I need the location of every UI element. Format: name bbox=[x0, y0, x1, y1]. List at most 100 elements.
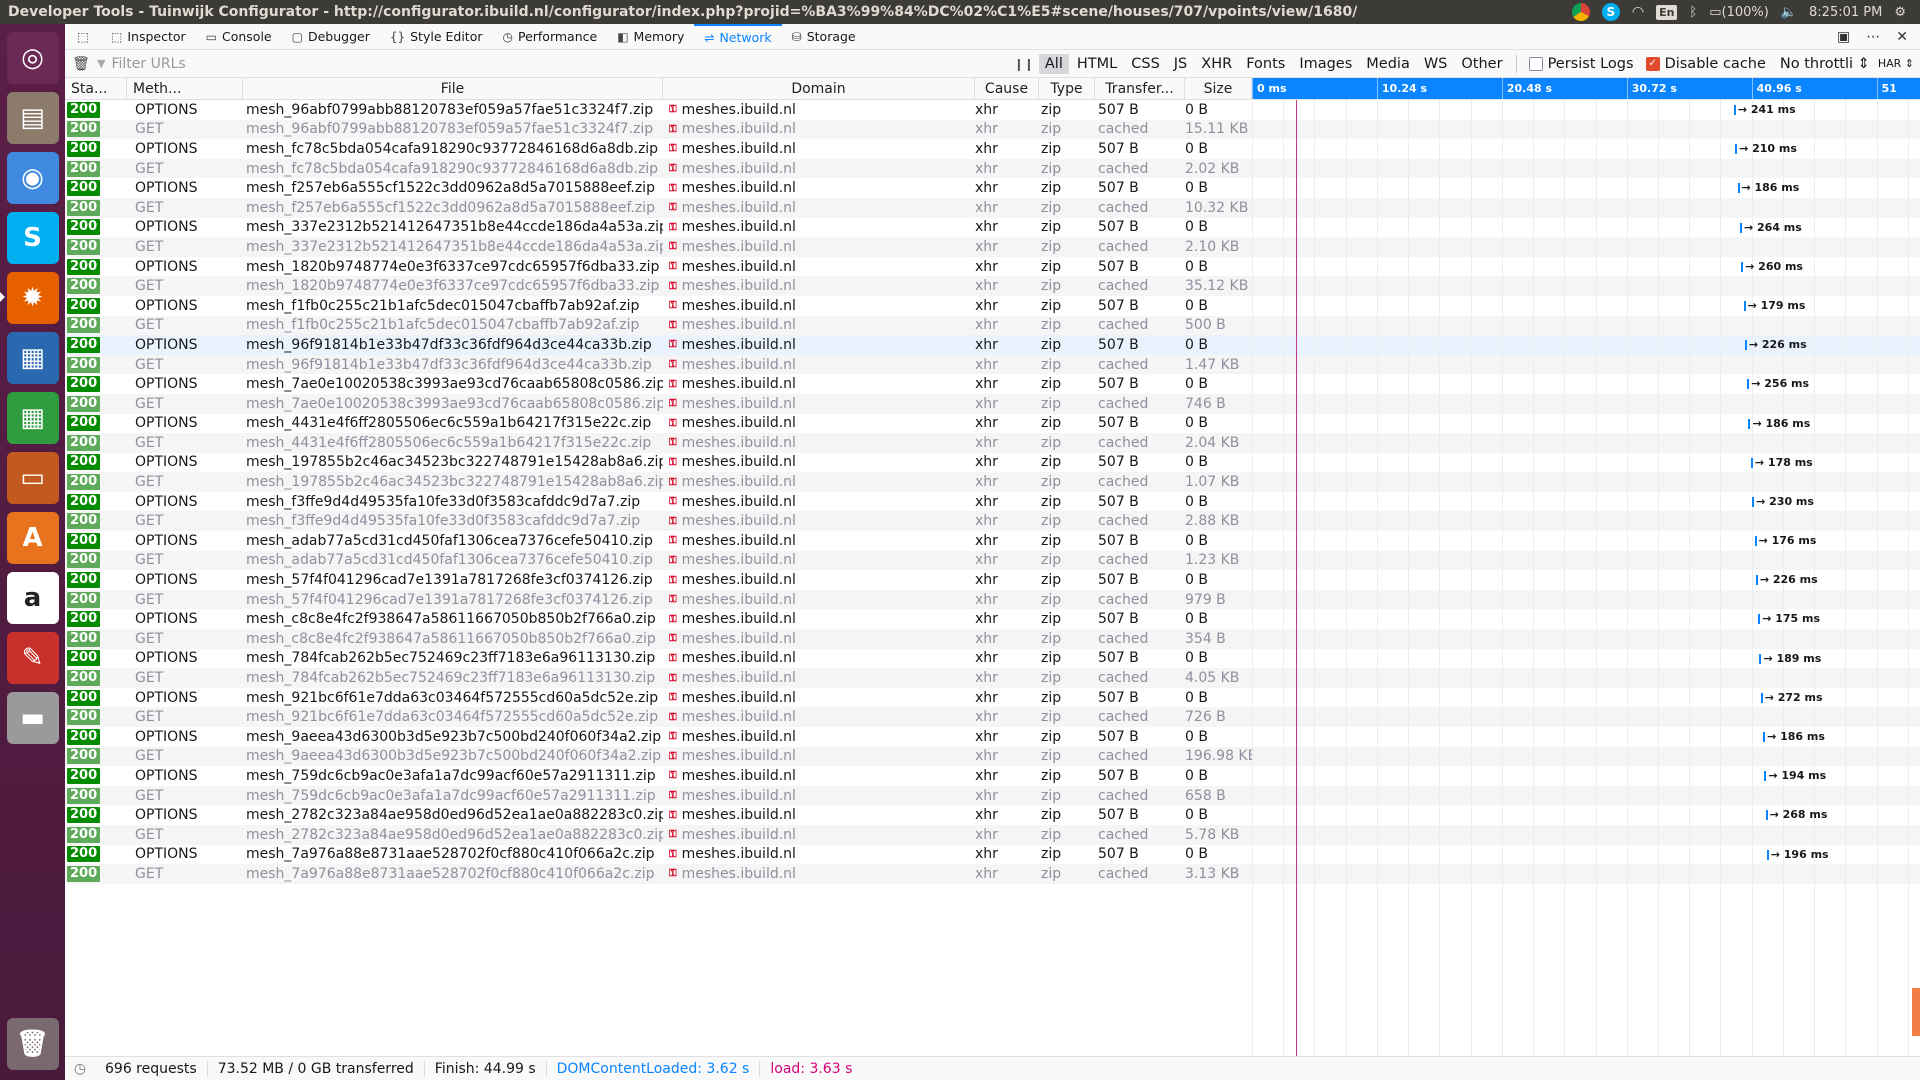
request-row[interactable]: 200 OPTIONS mesh_f257eb6a555cf1522c3dd0962… bbox=[65, 178, 1920, 198]
request-row[interactable]: 200 GET mesh_96abf0799abb88120783ef059a57f… bbox=[65, 119, 1920, 140]
request-row[interactable]: 200 GET mesh_f3ffe9d4d49535fa10fe33d0f3583… bbox=[65, 511, 1920, 532]
writer-icon[interactable]: ▦ bbox=[6, 332, 59, 384]
request-row[interactable]: 200 GET mesh_9aeea43d6300b3d5e923b7c500bd2… bbox=[65, 746, 1920, 767]
column-header-waterfall[interactable]: 0 ms 10.24 s 20.48 s 30.72 s 40.96 s 51 bbox=[1252, 78, 1920, 100]
trash-icon[interactable]: 🗑 bbox=[6, 1018, 59, 1070]
request-row[interactable]: 200 GET mesh_4431e4f6ff2805506ec6c559a1b64… bbox=[65, 433, 1920, 453]
clear-requests-icon[interactable]: 🗑 bbox=[65, 56, 97, 72]
request-row[interactable]: 200 GET mesh_784fcab262b5ec752469c23ff7183… bbox=[65, 668, 1920, 688]
skype-tray-icon[interactable]: S bbox=[1601, 3, 1620, 21]
filter-xhr[interactable]: XHR bbox=[1195, 54, 1238, 74]
amazon-icon[interactable]: a bbox=[6, 572, 59, 624]
column-header-domain[interactable]: Domain bbox=[663, 78, 975, 99]
tab-style-editor[interactable]: {} Style Editor bbox=[380, 24, 493, 50]
tab-debugger[interactable]: ▢ Debugger bbox=[282, 24, 380, 50]
battery-indicator[interactable]: ▭(100%) bbox=[1709, 5, 1769, 20]
request-row[interactable]: 200 GET mesh_759dc6cb9ac0e3afa1a7dc99acf60… bbox=[65, 785, 1920, 806]
impress-icon[interactable]: ▭ bbox=[6, 452, 59, 504]
system-settings-icon[interactable]: ✎ bbox=[6, 632, 59, 684]
request-row[interactable]: 200 OPTIONS mesh_f1fb0c255c21b1afc5dec0150… bbox=[65, 296, 1920, 316]
power-gear-icon[interactable]: ⚙ bbox=[1894, 5, 1906, 20]
request-row[interactable]: 200 GET mesh_2782c323a84ae958d0ed96d52ea1a… bbox=[65, 824, 1920, 845]
request-row[interactable]: 200 GET mesh_1820b9748774e0e3f6337ce97cdc6… bbox=[65, 276, 1920, 296]
request-row[interactable]: 200 GET mesh_fc78c5bda054cafa918290c937728… bbox=[65, 158, 1920, 179]
request-row[interactable]: 200 OPTIONS mesh_7ae0e10020538c3993ae93cd7… bbox=[65, 374, 1920, 394]
request-row[interactable]: 200 OPTIONS mesh_f3ffe9d4d49535fa10fe33d0f… bbox=[65, 492, 1920, 512]
request-row[interactable]: 200 GET mesh_7ae0e10020538c3993ae93cd76caa… bbox=[65, 393, 1920, 414]
column-header-status[interactable]: Sta... bbox=[65, 78, 127, 99]
files-icon[interactable]: ▤ bbox=[6, 92, 59, 144]
skype-icon[interactable]: S bbox=[6, 212, 59, 264]
ubuntu-dash-icon[interactable]: ◎ bbox=[6, 32, 59, 84]
request-row[interactable]: 200 GET mesh_f1fb0c255c21b1afc5dec015047cb… bbox=[65, 315, 1920, 336]
tab-console[interactable]: ▭ Console bbox=[196, 24, 282, 50]
filter-images[interactable]: Images bbox=[1293, 54, 1358, 74]
column-header-transferred[interactable]: Transfer... bbox=[1095, 78, 1185, 99]
scrollbar-thumb[interactable] bbox=[1912, 988, 1920, 1036]
pause-button[interactable]: ❙❙ bbox=[1010, 57, 1038, 71]
tab-storage[interactable]: ⛁ Storage bbox=[782, 24, 866, 50]
request-row[interactable]: 200 OPTIONS mesh_fc78c5bda054cafa918290c93… bbox=[65, 139, 1920, 159]
request-row[interactable]: 200 GET mesh_f257eb6a555cf1522c3dd0962a8d5… bbox=[65, 197, 1920, 218]
tab-network[interactable]: ⇌ Network bbox=[694, 23, 782, 50]
volume-icon[interactable]: 🔈 bbox=[1781, 5, 1797, 20]
filter-js[interactable]: JS bbox=[1168, 54, 1193, 74]
filter-css[interactable]: CSS bbox=[1125, 54, 1166, 74]
column-header-size[interactable]: Size bbox=[1185, 78, 1252, 99]
tab-performance[interactable]: ◷ Performance bbox=[493, 24, 608, 50]
column-header-cause[interactable]: Cause bbox=[975, 78, 1039, 99]
filter-urls-input[interactable] bbox=[105, 55, 206, 72]
request-row[interactable]: 200 GET mesh_96f91814b1e33b47df33c36fdf964… bbox=[65, 354, 1920, 375]
request-row[interactable]: 200 OPTIONS mesh_784fcab262b5ec752469c23ff… bbox=[65, 649, 1920, 669]
disable-cache-checkbox[interactable]: ✓ bbox=[1645, 56, 1660, 71]
request-row[interactable]: 200 OPTIONS mesh_4431e4f6ff2805506ec6c559a… bbox=[65, 414, 1920, 434]
wifi-icon[interactable]: ◠ bbox=[1632, 4, 1644, 20]
column-header-type[interactable]: Type bbox=[1039, 78, 1095, 99]
request-row[interactable]: 200 OPTIONS mesh_337e2312b521412647351b8e4… bbox=[65, 218, 1920, 238]
request-row[interactable]: 200 OPTIONS mesh_adab77a5cd31cd450faf1306c… bbox=[65, 531, 1920, 551]
column-header-method[interactable]: Meth... bbox=[127, 78, 243, 99]
persist-logs-toggle[interactable]: Persist Logs bbox=[1528, 56, 1634, 72]
request-row[interactable]: 200 OPTIONS mesh_7a976a88e8731aae528702f0c… bbox=[65, 845, 1920, 865]
request-row[interactable]: 200 OPTIONS mesh_921bc6f61e7dda63c03464f57… bbox=[65, 688, 1920, 708]
persist-logs-checkbox[interactable] bbox=[1528, 56, 1543, 71]
keyboard-layout-indicator[interactable]: En bbox=[1656, 4, 1678, 20]
throttling-select[interactable]: No throttli ⇕ bbox=[1780, 56, 1870, 72]
request-row[interactable]: 200 GET mesh_337e2312b521412647351b8e44ccd… bbox=[65, 237, 1920, 257]
filter-fonts[interactable]: Fonts bbox=[1240, 54, 1291, 74]
request-row[interactable]: 200 OPTIONS mesh_197855b2c46ac34523bc32274… bbox=[65, 453, 1920, 473]
overflow-menu-icon[interactable]: ⋯ bbox=[1866, 29, 1880, 45]
request-row[interactable]: 200 GET mesh_197855b2c46ac34523bc322748791… bbox=[65, 472, 1920, 492]
element-picker-icon[interactable]: ⬚ bbox=[65, 24, 101, 50]
chrome-tray-icon[interactable] bbox=[1571, 3, 1590, 21]
filter-ws[interactable]: WS bbox=[1418, 54, 1454, 74]
request-row[interactable]: 200 OPTIONS mesh_96abf0799abb88120783ef059… bbox=[65, 100, 1920, 120]
request-row[interactable]: 200 OPTIONS mesh_9aeea43d6300b3d5e923b7c50… bbox=[65, 727, 1920, 747]
filter-all[interactable]: All bbox=[1038, 53, 1069, 74]
har-menu-button[interactable]: HAR ⇕ bbox=[1878, 57, 1920, 70]
software-center-icon[interactable]: A bbox=[6, 512, 59, 564]
dock-side-icon[interactable]: ▣ bbox=[1837, 29, 1850, 45]
filter-media[interactable]: Media bbox=[1360, 54, 1416, 74]
clock[interactable]: 8:25:01 PM bbox=[1809, 5, 1882, 20]
request-row[interactable]: 200 GET mesh_7a976a88e8731aae528702f0cf880… bbox=[65, 864, 1920, 884]
request-row[interactable]: 200 GET mesh_adab77a5cd31cd450faf1306cea73… bbox=[65, 550, 1920, 571]
performance-analysis-icon[interactable]: ◷ bbox=[65, 1061, 95, 1077]
calc-icon[interactable]: ▦ bbox=[6, 392, 59, 444]
drive-icon[interactable]: ▬ bbox=[6, 692, 59, 744]
disable-cache-toggle[interactable]: ✓ Disable cache bbox=[1645, 56, 1766, 72]
filter-html[interactable]: HTML bbox=[1071, 54, 1123, 74]
bluetooth-icon[interactable]: ᛒ bbox=[1689, 5, 1697, 20]
request-row[interactable]: 200 OPTIONS mesh_c8c8e4fc2f938647a58611667… bbox=[65, 609, 1920, 629]
close-icon[interactable]: ✕ bbox=[1896, 29, 1908, 45]
column-header-file[interactable]: File bbox=[243, 78, 663, 99]
filter-other[interactable]: Other bbox=[1455, 54, 1508, 74]
request-row[interactable]: 200 OPTIONS mesh_759dc6cb9ac0e3afa1a7dc99a… bbox=[65, 766, 1920, 786]
request-row[interactable]: 200 OPTIONS mesh_57f4f041296cad7e1391a7817… bbox=[65, 570, 1920, 590]
request-row[interactable]: 200 OPTIONS mesh_96f91814b1e33b47df33c36fd… bbox=[65, 335, 1920, 355]
request-row[interactable]: 200 GET mesh_921bc6f61e7dda63c03464f572555… bbox=[65, 707, 1920, 727]
request-row[interactable]: 200 OPTIONS mesh_1820b9748774e0e3f6337ce97… bbox=[65, 257, 1920, 277]
tab-memory[interactable]: ◧ Memory bbox=[607, 24, 694, 50]
firefox-icon[interactable]: ✹ bbox=[0, 272, 59, 324]
request-row[interactable]: 200 GET mesh_c8c8e4fc2f938647a58611667050b… bbox=[65, 629, 1920, 649]
